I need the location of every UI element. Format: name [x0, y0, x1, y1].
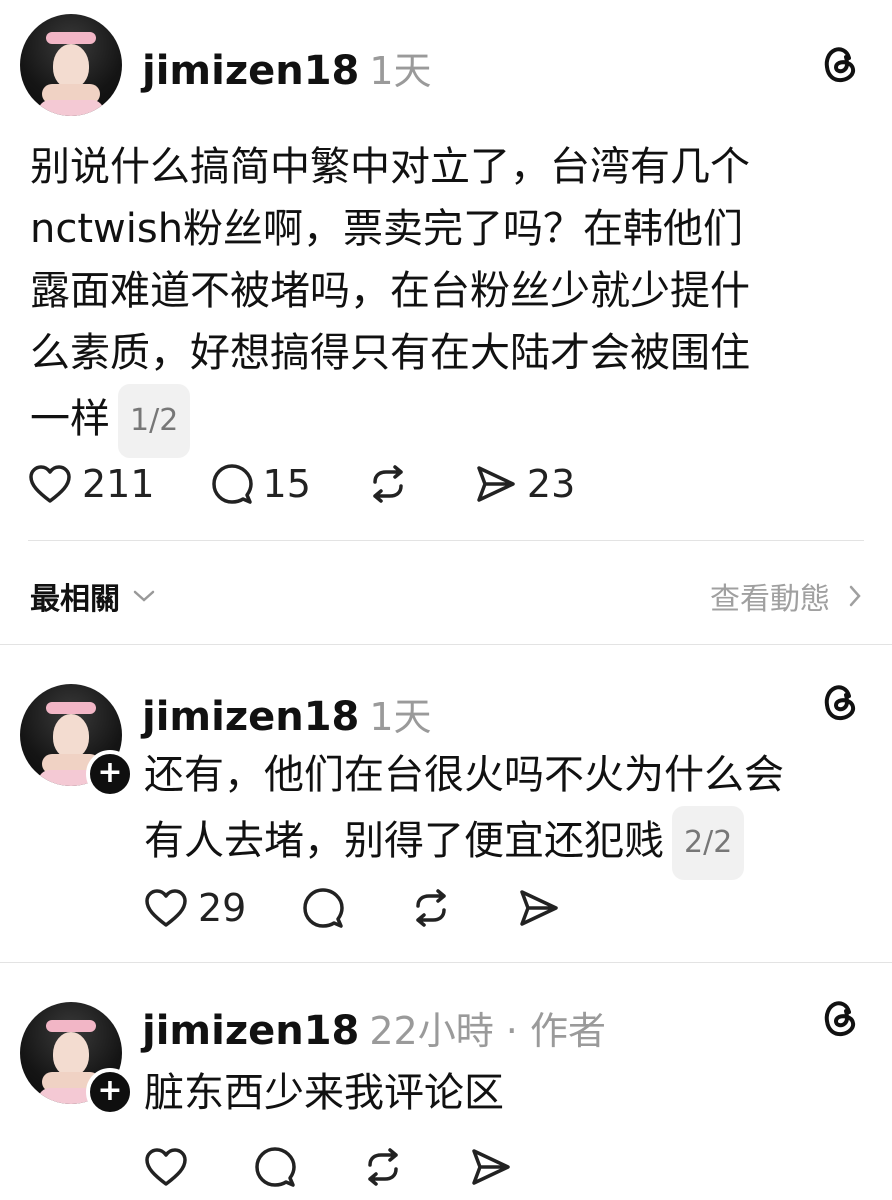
comment-button[interactable]	[302, 887, 354, 929]
view-activity-link[interactable]: 查看動態	[710, 574, 862, 618]
post-line: 露面难道不被堵吗，在台粉丝少就少提什	[30, 268, 750, 314]
heart-icon	[145, 1148, 187, 1186]
follow-plus-icon[interactable]: +	[86, 1068, 134, 1116]
timestamp: 1天	[369, 695, 432, 739]
chevron-right-icon	[849, 585, 861, 607]
username[interactable]: jimizen18	[142, 48, 359, 94]
divider	[0, 644, 892, 645]
comment-icon	[303, 888, 345, 928]
thread-pager: 2/2	[672, 806, 745, 880]
post-line: nctwish粉丝啊，票卖完了吗？在韩他们	[30, 206, 744, 252]
repost-button[interactable]	[410, 888, 462, 928]
share-button[interactable]	[518, 888, 570, 928]
post-actions: 29	[144, 886, 626, 930]
threads-icon[interactable]	[822, 682, 860, 726]
comment-icon	[255, 1147, 296, 1187]
share-button[interactable]: 23	[475, 462, 575, 506]
threads-icon[interactable]	[822, 998, 860, 1042]
repost-button[interactable]	[362, 1147, 414, 1187]
post-actions: 211 15 23	[28, 462, 631, 506]
post-line: 还有，他们在台很火吗不火为什么会	[144, 752, 784, 798]
like-count: 29	[198, 886, 247, 930]
avatar[interactable]	[20, 14, 122, 116]
comment-button[interactable]	[254, 1146, 306, 1188]
timestamp: 1天	[369, 49, 432, 93]
share-count: 23	[526, 462, 576, 506]
post-line-last: 一样 1/2	[30, 384, 870, 458]
activity-label: 查看動態	[710, 582, 830, 617]
post-header: jimizen18 1天	[142, 40, 432, 95]
heart-icon	[29, 465, 71, 503]
heart-icon	[145, 889, 187, 927]
divider	[0, 962, 892, 963]
repost-icon	[416, 889, 447, 927]
post-body: 别说什么搞简中繁中对立了，台湾有几个 nctwish粉丝啊，票卖完了吗？在韩他们…	[30, 136, 870, 458]
repost-icon	[373, 465, 403, 503]
post-body: 还有，他们在台很火吗不火为什么会 有人去堵，别得了便宜还犯贱 2/2	[144, 744, 864, 880]
send-icon	[472, 1149, 510, 1185]
threads-icon[interactable]	[822, 44, 860, 88]
repost-icon	[368, 1148, 398, 1186]
comment-count: 15	[262, 462, 311, 506]
divider	[28, 540, 864, 541]
thread-pager: 1/2	[118, 384, 191, 458]
post-header: jimizen18 1天	[142, 686, 432, 741]
username[interactable]: jimizen18	[142, 694, 359, 740]
post-line: 别说什么搞简中繁中对立了，台湾有几个	[30, 144, 750, 190]
post-line-last: 有人去堵，别得了便宜还犯贱 2/2	[144, 806, 864, 880]
comment-icon	[211, 464, 253, 504]
follow-plus-icon[interactable]: +	[86, 750, 134, 798]
post-line: 脏东西少来我评论区	[144, 1070, 504, 1116]
post-actions	[144, 1146, 578, 1188]
username[interactable]: jimizen18	[142, 1008, 359, 1054]
send-icon	[477, 466, 515, 502]
share-button[interactable]	[470, 1147, 522, 1187]
like-button[interactable]	[144, 1147, 198, 1187]
timestamp: 22小時 · 作者	[369, 1009, 606, 1053]
comment-button[interactable]: 15	[211, 462, 311, 506]
like-button[interactable]: 29	[144, 886, 246, 930]
like-count: 211	[82, 462, 155, 506]
send-icon	[520, 890, 559, 926]
like-button[interactable]: 211	[28, 462, 155, 506]
chevron-down-icon	[133, 590, 155, 602]
sort-dropdown[interactable]: 最相關	[30, 574, 156, 618]
sort-label: 最相關	[30, 582, 120, 617]
post-body: 脏东西少来我评论区	[144, 1062, 864, 1124]
post-line: 么素质，好想搞得只有在大陆才会被围住	[30, 330, 750, 376]
post-header: jimizen18 22小時 · 作者	[142, 1000, 606, 1055]
repost-button[interactable]	[367, 464, 419, 504]
